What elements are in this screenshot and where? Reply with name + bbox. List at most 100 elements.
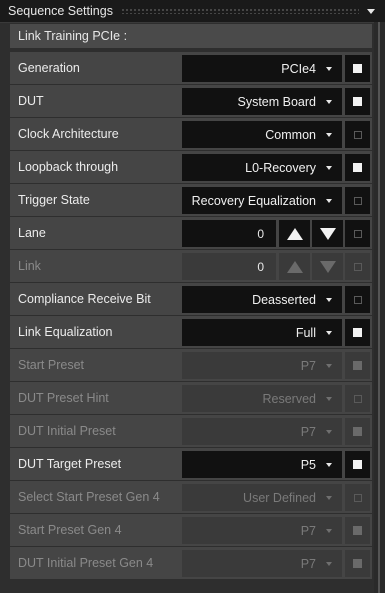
setting-dropdown[interactable]: System Board bbox=[182, 88, 342, 115]
setting-label: Select Start Preset Gen 4 bbox=[18, 490, 160, 504]
chevron-down-icon bbox=[326, 99, 332, 104]
setting-label: Clock Architecture bbox=[18, 127, 119, 141]
increment-button[interactable] bbox=[279, 220, 310, 247]
checkbox-empty-icon bbox=[353, 493, 362, 502]
chevron-down-icon bbox=[326, 297, 332, 302]
chevron-down-icon bbox=[326, 429, 332, 434]
vertical-scrollbar[interactable] bbox=[374, 22, 385, 593]
dropdown-value: L0-Recovery bbox=[245, 160, 316, 175]
drag-grip[interactable] bbox=[120, 8, 359, 14]
enable-checkbox[interactable] bbox=[345, 220, 370, 247]
dropdown-value: P5 bbox=[300, 457, 316, 472]
enable-checkbox[interactable] bbox=[345, 286, 370, 313]
checkbox-filled-icon bbox=[353, 427, 362, 436]
setting-dropdown[interactable]: PCIe4 bbox=[182, 55, 342, 82]
setting-label: Link bbox=[18, 259, 41, 273]
checkbox-empty-icon bbox=[353, 295, 362, 304]
setting-row: DUT Target Preset P5 bbox=[10, 448, 372, 480]
setting-row: Clock Architecture Common bbox=[10, 118, 372, 150]
setting-row: Compliance Receive Bit Deasserted bbox=[10, 283, 372, 315]
setting-dropdown: P7 bbox=[182, 352, 342, 379]
checkbox-filled-icon bbox=[353, 328, 362, 337]
setting-dropdown[interactable]: P5 bbox=[182, 451, 342, 478]
chevron-down-icon bbox=[326, 66, 332, 71]
setting-label: DUT Initial Preset Gen 4 bbox=[18, 556, 154, 570]
increment-button bbox=[279, 253, 310, 280]
enable-checkbox[interactable] bbox=[345, 352, 370, 379]
setting-row: DUT Initial Preset Gen 4 P7 bbox=[10, 547, 372, 579]
enable-checkbox[interactable] bbox=[345, 55, 370, 82]
setting-label: Trigger State bbox=[18, 193, 90, 207]
setting-label: DUT bbox=[18, 94, 44, 108]
setting-dropdown: Reserved bbox=[182, 385, 342, 412]
dropdown-value: Full bbox=[295, 325, 316, 340]
enable-checkbox[interactable] bbox=[345, 517, 370, 544]
checkbox-empty-icon bbox=[353, 394, 362, 403]
dropdown-value: System Board bbox=[237, 94, 316, 109]
setting-dropdown[interactable]: Deasserted bbox=[182, 286, 342, 313]
dropdown-value: P7 bbox=[300, 358, 316, 373]
setting-row: Link 0 bbox=[10, 250, 372, 282]
dropdown-value: PCIe4 bbox=[281, 61, 316, 76]
checkbox-empty-icon bbox=[353, 229, 362, 238]
checkbox-filled-icon bbox=[353, 526, 362, 535]
setting-row: Trigger State Recovery Equalization bbox=[10, 184, 372, 216]
checkbox-filled-icon bbox=[353, 64, 362, 73]
chevron-down-icon bbox=[326, 165, 332, 170]
enable-checkbox[interactable] bbox=[345, 550, 370, 577]
setting-row: DUT Initial Preset P7 bbox=[10, 415, 372, 447]
dropdown-value: P7 bbox=[300, 523, 316, 538]
setting-dropdown[interactable]: Recovery Equalization bbox=[182, 187, 342, 214]
triangle-down-icon bbox=[319, 260, 336, 273]
setting-label: Start Preset Gen 4 bbox=[18, 523, 122, 537]
checkbox-filled-icon bbox=[353, 559, 362, 568]
setting-dropdown: P7 bbox=[182, 550, 342, 577]
enable-checkbox[interactable] bbox=[345, 484, 370, 511]
enable-checkbox[interactable] bbox=[345, 121, 370, 148]
setting-label: DUT Target Preset bbox=[18, 457, 122, 471]
setting-row: Start Preset P7 bbox=[10, 349, 372, 381]
checkbox-empty-icon bbox=[353, 262, 362, 271]
setting-dropdown: P7 bbox=[182, 517, 342, 544]
panel-menu-icon[interactable] bbox=[367, 8, 375, 14]
enable-checkbox[interactable] bbox=[345, 187, 370, 214]
chevron-down-icon bbox=[326, 396, 332, 401]
setting-dropdown[interactable]: Full bbox=[182, 319, 342, 346]
checkbox-empty-icon bbox=[353, 196, 362, 205]
setting-dropdown[interactable]: Common bbox=[182, 121, 342, 148]
scrollbar-track[interactable] bbox=[378, 22, 380, 593]
enable-checkbox[interactable] bbox=[345, 154, 370, 181]
number-value: 0 bbox=[257, 259, 264, 274]
chevron-down-icon bbox=[326, 330, 332, 335]
chevron-down-icon bbox=[326, 363, 332, 368]
decrement-button[interactable] bbox=[312, 220, 343, 247]
setting-label: Generation bbox=[18, 61, 80, 75]
checkbox-filled-icon bbox=[353, 361, 362, 370]
enable-checkbox[interactable] bbox=[345, 253, 370, 280]
setting-row: Loopback through L0-Recovery bbox=[10, 151, 372, 183]
dropdown-value: Reserved bbox=[262, 391, 317, 406]
number-field[interactable]: 0 bbox=[182, 220, 276, 247]
checkbox-filled-icon bbox=[353, 163, 362, 172]
setting-label: Start Preset bbox=[18, 358, 84, 372]
setting-row: Link Equalization Full bbox=[10, 316, 372, 348]
checkbox-filled-icon bbox=[353, 97, 362, 106]
setting-dropdown[interactable]: L0-Recovery bbox=[182, 154, 342, 181]
setting-label: DUT Initial Preset bbox=[18, 424, 116, 438]
setting-dropdown: User Defined bbox=[182, 484, 342, 511]
window-title: Sequence Settings bbox=[8, 4, 113, 18]
enable-checkbox[interactable] bbox=[345, 88, 370, 115]
chevron-down-icon bbox=[326, 561, 332, 566]
dropdown-value: Deasserted bbox=[252, 292, 316, 307]
enable-checkbox[interactable] bbox=[345, 451, 370, 478]
dropdown-value: Common bbox=[265, 127, 316, 142]
setting-row: Select Start Preset Gen 4 User Defined bbox=[10, 481, 372, 513]
enable-checkbox[interactable] bbox=[345, 418, 370, 445]
setting-label: Loopback through bbox=[18, 160, 119, 174]
enable-checkbox[interactable] bbox=[345, 385, 370, 412]
chevron-down-icon bbox=[326, 462, 332, 467]
setting-row: DUT Preset Hint Reserved bbox=[10, 382, 372, 414]
dropdown-value: User Defined bbox=[243, 490, 316, 505]
enable-checkbox[interactable] bbox=[345, 319, 370, 346]
title-bar: Sequence Settings bbox=[0, 0, 385, 23]
